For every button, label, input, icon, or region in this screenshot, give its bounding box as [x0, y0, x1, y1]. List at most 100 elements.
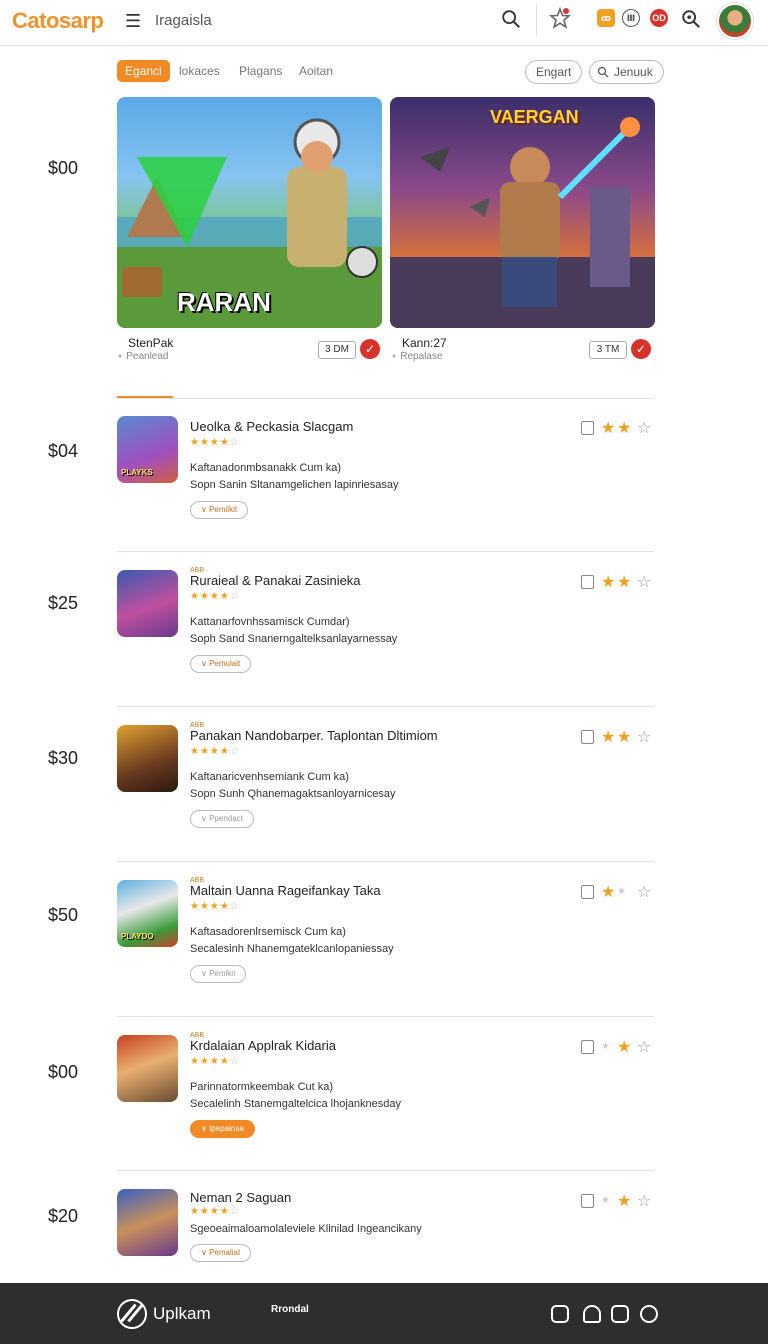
bag-icon[interactable]	[581, 885, 594, 899]
bell-icon[interactable]	[583, 1305, 601, 1323]
item-description: Parinnatormkeembak Cut ka)	[190, 1081, 334, 1093]
app-logo[interactable]: Catosarp	[12, 8, 104, 34]
featured-card-art-title: VAERGAN	[490, 107, 579, 127]
item-title[interactable]: Ruraieal & Panakai Zasinieka	[190, 573, 361, 588]
star-filled-icon[interactable]: ★	[617, 727, 631, 747]
item-title[interactable]: Maltain Uanna Rageifankay Taka	[190, 883, 381, 898]
featured-card-image[interactable]: VAERGAN	[390, 97, 655, 328]
game-thumbnail[interactable]	[117, 1189, 178, 1256]
tab-aoitan[interactable]: Aoitan	[299, 60, 333, 82]
item-title[interactable]: Krdalaian Applrak Kidaria	[190, 1038, 336, 1053]
section-divider	[117, 398, 654, 399]
featured-card-art-title: RARAN	[177, 287, 271, 317]
list-divider	[117, 551, 654, 552]
item-rating: ★★★★☆	[190, 1206, 240, 1217]
top-search-text[interactable]: Iragaisla	[155, 12, 212, 29]
item-description: Sopn Sunh Qhanemagaktsanloyarnicesay	[190, 788, 396, 800]
user-avatar[interactable]	[717, 3, 753, 39]
featured-card-image[interactable]: RARAN	[117, 97, 382, 328]
bag-icon[interactable]	[581, 575, 594, 589]
star-outline-icon[interactable]: ☆	[637, 1037, 651, 1057]
bag-icon[interactable]	[581, 730, 594, 744]
star-filled-icon[interactable]: ★	[601, 572, 615, 592]
star-filled-icon[interactable]: ★	[601, 418, 615, 438]
bag-icon[interactable]	[581, 1040, 594, 1054]
game-thumbnail[interactable]	[117, 1035, 178, 1102]
menu-icon[interactable]: ☰	[125, 11, 141, 32]
chart-icon[interactable]	[551, 1305, 569, 1323]
star-outline-icon[interactable]: ☆	[637, 1191, 651, 1211]
item-action-button[interactable]: ∨ Pemilkit	[190, 501, 249, 519]
thumbnail-label: PLAYDO	[121, 932, 154, 941]
list-item[interactable]: PLAYDO ABB Maltain Uanna Rageifankay Tak…	[117, 877, 654, 990]
game-thumbnail[interactable]	[117, 570, 178, 637]
item-action-button[interactable]: ∨ Ipepainsa	[190, 1120, 255, 1138]
search-icon	[597, 66, 609, 78]
item-action-button[interactable]: ∨ Ppendact	[190, 810, 254, 828]
star-dim-icon[interactable]: ★	[601, 1195, 610, 1206]
list-item[interactable]: ABB Panakan Nandobarper. Taplontan Dltim…	[117, 722, 654, 835]
list-item[interactable]: PLAYKS Ueolka & Peckasia Slacgam ★★★★☆ K…	[117, 416, 654, 526]
featured-card-sub: Repalase	[392, 351, 442, 362]
notification-badge-icon[interactable]: OD	[650, 9, 668, 27]
item-rating: ★★★★☆	[190, 1056, 240, 1067]
game-thumbnail[interactable]	[117, 725, 178, 792]
bag-icon[interactable]	[581, 421, 594, 435]
price-label: $50	[48, 905, 79, 925]
game-thumbnail[interactable]: PLAYKS	[117, 416, 178, 483]
featured-card-name[interactable]: Kann:27	[402, 336, 447, 350]
item-description: Soph Sand Snanerngaltelksanlayarnessay	[190, 633, 398, 645]
list-item[interactable]: ABB Ruraieal & Panakai Zasinieka ★★★★☆ K…	[117, 567, 654, 680]
zoom-icon[interactable]	[680, 8, 702, 30]
item-title[interactable]: Ueolka & Peckasia Slacgam	[190, 419, 353, 434]
bottom-bar-subtitle[interactable]: Rrondal	[271, 1304, 309, 1315]
check-icon[interactable]: ✓	[631, 339, 651, 359]
item-title[interactable]: Neman 2 Saguan	[190, 1190, 291, 1205]
featured-card-size: 3 TM	[589, 341, 627, 359]
star-filled-icon[interactable]: ★	[617, 1037, 631, 1057]
search-icon[interactable]	[500, 8, 522, 30]
item-action-button[interactable]: ∨ Pemlkit	[190, 965, 247, 983]
shield-icon[interactable]	[611, 1305, 629, 1323]
item-rating: ★★★★☆	[190, 437, 240, 448]
bottom-bar-title[interactable]: Uplkam	[153, 1304, 211, 1324]
star-dim-icon[interactable]: ★	[601, 1041, 610, 1052]
engart-button[interactable]: Engart	[525, 60, 583, 84]
stats-badge-icon[interactable]: Ⅲ	[622, 9, 640, 27]
settings-icon[interactable]	[640, 1305, 658, 1323]
item-title[interactable]: Panakan Nandobarper. Taplontan Dltimiom	[190, 728, 438, 743]
star-outline-icon[interactable]: ☆	[637, 727, 651, 747]
bottom-bar: Uplkam Rrondal	[0, 1283, 768, 1344]
tab-eganci[interactable]: Eganci	[117, 60, 170, 82]
star-filled-icon[interactable]: ★	[617, 418, 631, 438]
item-action-button[interactable]: ∨ Pemaliat	[190, 1244, 252, 1262]
featured-card-sub: Peanlead	[118, 351, 168, 362]
featured-card-name[interactable]: StenPak	[128, 336, 173, 350]
game-art-illustration	[390, 117, 655, 328]
price-label: $04	[48, 441, 79, 461]
star-outline-icon[interactable]: ☆	[637, 572, 651, 592]
tab-plagans[interactable]: Plagans	[239, 60, 282, 82]
item-action-button[interactable]: ∨ Pemulait	[190, 655, 252, 673]
price-label: $20	[48, 1206, 79, 1226]
tab-lokaces[interactable]: lokaces	[179, 60, 220, 82]
star-filled-icon[interactable]: ★	[601, 727, 615, 747]
star-outline-icon[interactable]: ☆	[637, 418, 651, 438]
item-description: Kattanarfovnhssamisck Cumdar)	[190, 616, 350, 628]
favorites-star-icon[interactable]	[548, 6, 572, 30]
star-filled-icon[interactable]: ★	[617, 1191, 631, 1211]
coupon-badge-icon[interactable]: ꝏ	[597, 9, 615, 27]
bag-icon[interactable]	[581, 1194, 594, 1208]
star-filled-icon[interactable]: ★	[617, 572, 631, 592]
item-description: Secalelinh Stanemgaltelcica lhojanknesda…	[190, 1098, 401, 1110]
check-icon[interactable]: ✓	[360, 339, 380, 359]
brand-logo-icon[interactable]	[117, 1299, 147, 1329]
filter-search-pill[interactable]: Jenuuk	[589, 60, 664, 84]
star-filled-icon[interactable]: ★	[601, 882, 615, 902]
star-dim-icon[interactable]: ★	[617, 886, 626, 897]
game-thumbnail[interactable]: PLAYDO	[117, 880, 178, 947]
price-label: $25	[48, 593, 79, 613]
list-item[interactable]: ABB Krdalaian Applrak Kidaria ★★★★☆ Pari…	[117, 1032, 654, 1145]
star-outline-icon[interactable]: ☆	[637, 882, 651, 902]
list-divider	[117, 1170, 654, 1171]
